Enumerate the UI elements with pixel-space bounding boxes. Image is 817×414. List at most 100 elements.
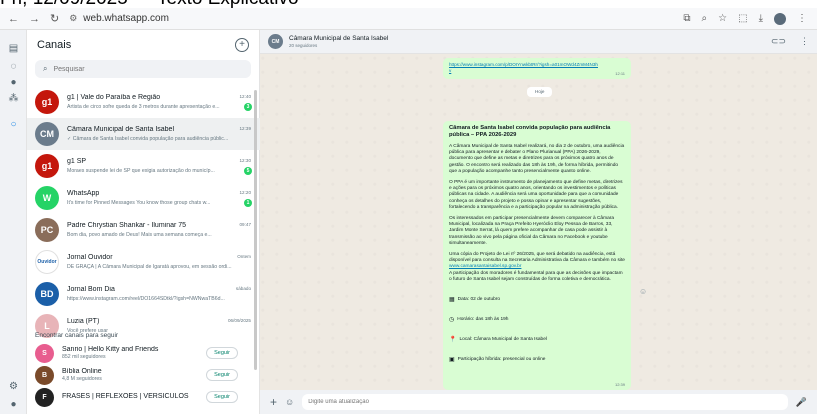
suggested-channel[interactable]: F FRASES | REFLEXÕES | VERSÍCULOS Seguir — [27, 386, 260, 408]
channel-avatar: F — [35, 387, 54, 407]
chat-time: Ontem — [237, 254, 251, 259]
suggested-channel[interactable]: S Sanrio | Hello Kitty and Friends 852 mil… — [27, 342, 260, 364]
unread-badge: 5 — [244, 167, 252, 175]
microphone-icon[interactable]: 🎤 — [796, 397, 807, 408]
chats-icon[interactable]: ▤ — [7, 42, 20, 55]
message-paragraph: Os interessados em participar presencial… — [449, 216, 615, 246]
message-time: 12:39 — [614, 382, 625, 387]
chat-time: sábado — [235, 286, 251, 291]
follow-button[interactable]: Seguir — [206, 391, 238, 403]
url-text: web.whatsapp.com — [83, 13, 169, 24]
clock-icon: ◷ — [449, 317, 455, 324]
chat-name: Luzia (PT) — [67, 318, 100, 325]
chat-time: 06/09/2025 — [228, 318, 251, 323]
search-input[interactable] — [53, 65, 234, 73]
site-settings-icon[interactable]: ⚙ — [69, 13, 77, 24]
event-detail-text: Data: 02 de outubro — [457, 297, 501, 303]
address-bar[interactable]: ⚙ web.whatsapp.com — [69, 13, 169, 24]
navigation-rail: ▤ ◌ ● ⁂ ○ ⚙ ● — [0, 30, 27, 414]
follow-button[interactable]: Seguir — [206, 369, 238, 381]
day-separator: Hoje — [527, 87, 553, 97]
message-thread: https://www.instagram.com/p/DOIYnwkbtRr/… — [260, 54, 817, 390]
channels-sidebar: Canais + ⌕ g1 g1 | Vale do Paraíba e Regi… — [27, 30, 260, 414]
update-input[interactable] — [302, 394, 788, 410]
status-icon[interactable]: ◌ — [7, 60, 20, 73]
bookmark-star-icon[interactable]: ☆ — [718, 13, 727, 24]
conversation-avatar[interactable]: CM — [268, 34, 283, 49]
search-icon: ⌕ — [43, 64, 48, 73]
event-detail: 📍 Local: Câmara Municipal de Santa Isabel — [449, 336, 625, 343]
chat-time: 12:20 — [239, 190, 252, 195]
browser-menu-icon[interactable]: ⋮ — [797, 13, 807, 24]
conversation-name: Câmara Municipal de Santa Isabel — [289, 35, 389, 42]
unread-badge: 1 — [244, 199, 252, 207]
chat-name: Jornal Bom Dia — [67, 286, 115, 293]
chat-avatar: BD — [35, 282, 59, 306]
chat-preview: It's time for Pinned Messages You know t… — [67, 200, 211, 206]
channels-icon[interactable]: ● — [7, 76, 20, 89]
tv-icon: ▣ — [449, 357, 455, 364]
chat-avatar: CM — [35, 122, 59, 146]
chat-item[interactable]: g1 g1 | Vale do Paraíba e Região Artista d… — [27, 86, 260, 118]
event-detail: ▣ Participação híbrida: presencial ou onl… — [449, 356, 625, 363]
meta-ai-icon[interactable]: ○ — [7, 118, 20, 131]
react-emoji-icon[interactable]: ☺ — [639, 287, 647, 296]
document-caption-text: Fri, 12/09/2025 — Texto Explicativo — [0, 0, 299, 8]
extensions-icon[interactable]: ⬚ — [738, 13, 747, 24]
chat-avatar: PC — [35, 218, 59, 242]
zoom-icon[interactable]: ⌕ — [702, 13, 708, 24]
chat-preview: Bom dia, povo amado de Deus! Mais uma se… — [67, 232, 212, 238]
chat-avatar: W — [35, 186, 59, 210]
channel-avatar: S — [35, 343, 54, 363]
chat-time: 12:39 — [239, 126, 252, 131]
camara-website-link[interactable]: www.camarasantaisabel.sp.gov.br — [449, 264, 521, 269]
event-detail: ◷ Horário: das 18h às 19h — [449, 316, 625, 323]
chat-name: Padre Chrystian Shankar - Iluminar 75 — [67, 222, 187, 229]
chat-item[interactable]: Ouvidor Jornal Ouvidor DE GRAÇA | A Câmara… — [27, 246, 260, 278]
chat-item[interactable]: BD Jornal Bom Dia https://www.instagram.co… — [27, 278, 260, 310]
menu-icon[interactable]: ⋮ — [800, 36, 809, 47]
chat-item[interactable]: CM Câmara Municipal de Santa Isabel ✓ Câma… — [27, 118, 260, 150]
follow-button[interactable]: Seguir — [206, 347, 238, 359]
chat-preview: Moraes suspende lei de SP que exigia aut… — [67, 168, 215, 174]
reload-icon[interactable]: ↻ — [50, 12, 59, 25]
conversation-header[interactable]: CM Câmara Municipal de Santa Isabel 20 s… — [260, 30, 817, 54]
conversation-panel: CM Câmara Municipal de Santa Isabel 20 s… — [260, 30, 817, 414]
emoji-icon[interactable]: ☺ — [285, 397, 294, 407]
install-app-icon[interactable]: ⧉ — [683, 13, 690, 24]
document-caption: Fri, 12/09/2025 — Texto Explicativo — [0, 0, 817, 8]
forward-icon[interactable]: → — [29, 13, 40, 25]
chat-preview: ✓ Câmara de Santa Isabel convida populaç… — [67, 136, 229, 142]
suggest-list: S Sanrio | Hello Kitty and Friends 852 mil… — [27, 342, 260, 408]
message-paragraph: A participação dos moradores é fundament… — [449, 270, 623, 282]
chat-avatar: g1 — [35, 154, 59, 178]
communities-icon[interactable]: ⁂ — [7, 92, 20, 105]
chat-item[interactable]: PC Padre Chrystian Shankar - Iluminar 75 B… — [27, 214, 260, 246]
chat-preview: DE GRAÇA | A Câmara Municipal de Igaratá… — [67, 264, 232, 270]
instagram-link[interactable]: https://www.instagram.com/p/DOIYnwkbtRr/… — [449, 62, 599, 74]
back-icon[interactable]: ← — [8, 13, 19, 25]
download-icon[interactable]: ⤓ — [759, 13, 763, 24]
link-icon[interactable]: ⊂⊃ — [771, 36, 786, 47]
attach-plus-icon[interactable]: + — [270, 396, 277, 408]
message-bubble: https://www.instagram.com/p/DOIYnwkbtRr/… — [443, 58, 631, 79]
event-detail-text: Local: Câmara Municipal de Santa Isabel — [459, 337, 547, 343]
chat-time: 09:47 — [239, 222, 252, 227]
sidebar-scrollbar[interactable] — [254, 90, 257, 370]
channel-name: Sanrio | Hello Kitty and Friends — [62, 346, 159, 353]
channel-name: Bíblia Online — [62, 368, 102, 375]
chat-item[interactable]: W WhatsApp It's time for Pinned Messages Y… — [27, 182, 260, 214]
chat-preview: https://www.instagram.com/reel/DO1664SDt… — [67, 296, 225, 302]
new-channel-icon[interactable]: + — [235, 38, 249, 52]
pin-icon: 📍 — [449, 337, 457, 344]
composer: + ☺ 🎤 — [260, 390, 817, 414]
profile-avatar[interactable] — [774, 12, 786, 25]
chat-item[interactable]: g1 g1 SP Moraes suspende lei de SP que exi… — [27, 150, 260, 182]
search-box[interactable]: ⌕ — [35, 60, 251, 78]
chat-avatar: g1 — [35, 90, 59, 114]
browser-toolbar: ← → ↻ ⚙ web.whatsapp.com ⧉ ⌕ ☆ ⬚ ⤓ ⋮ — [0, 8, 817, 30]
suggested-channel[interactable]: B Bíblia Online 4,8 M seguidores Seguir — [27, 364, 260, 386]
settings-icon[interactable]: ⚙ — [7, 380, 20, 393]
user-avatar[interactable]: ● — [7, 398, 20, 411]
chat-name: g1 SP — [67, 158, 87, 165]
